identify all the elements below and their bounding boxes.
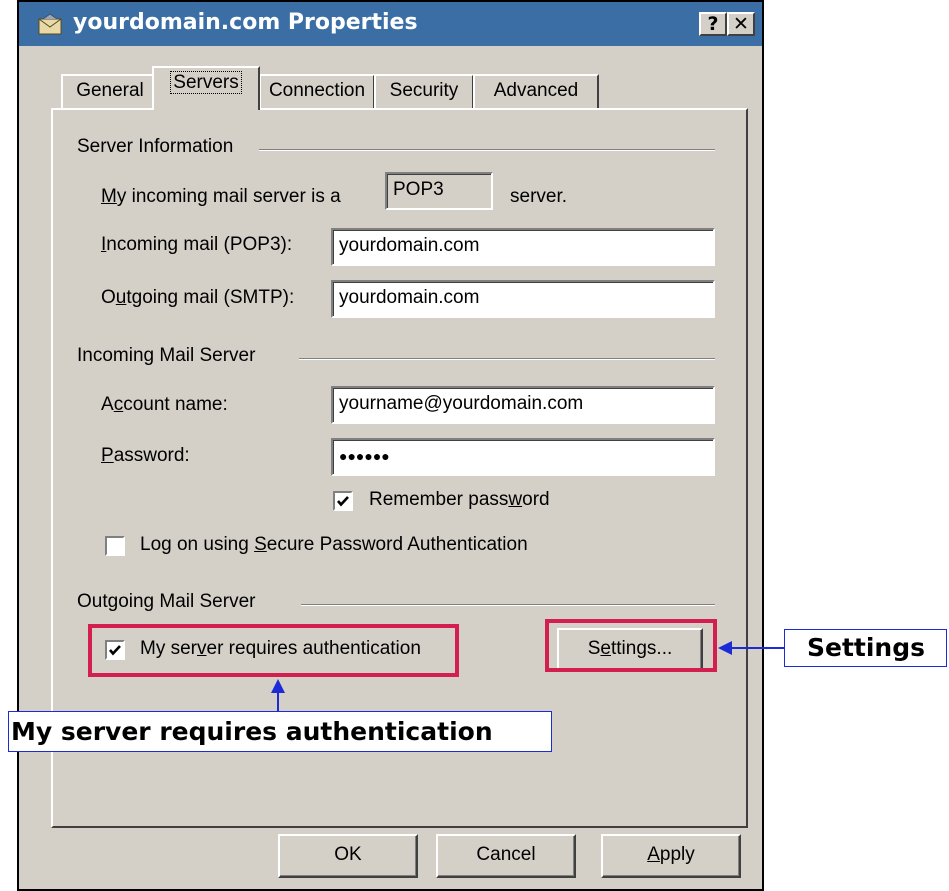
settings-arrow-head [718, 641, 732, 655]
tab-servers[interactable]: Servers [152, 66, 260, 110]
auth-arrow-head [271, 679, 285, 693]
callout-arrows [271, 641, 784, 712]
settings-callout: Settings [784, 629, 947, 667]
auth-callout: My server requires authentication [8, 711, 552, 752]
